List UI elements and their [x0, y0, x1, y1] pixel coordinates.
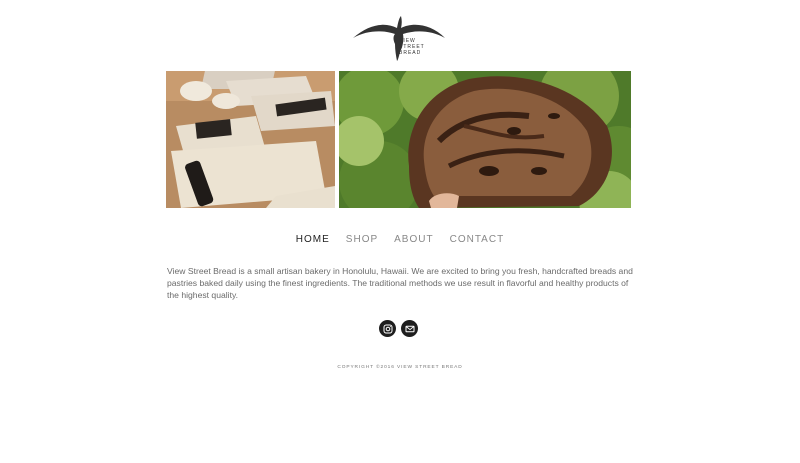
hero-banner — [166, 71, 631, 208]
copyright-text: COPYRIGHT ©2016 VIEW STREET BREAD — [337, 365, 463, 370]
email-link[interactable] — [401, 320, 418, 337]
nav-contact[interactable]: CONTACT — [450, 234, 505, 245]
nav-about[interactable]: ABOUT — [394, 234, 433, 245]
logo-wordmark: VIEW STREET BREAD — [399, 38, 425, 56]
bread-loaf-photo — [339, 71, 631, 208]
pastry-dough-photo — [166, 71, 335, 208]
instagram-icon — [383, 324, 392, 333]
nav-shop[interactable]: SHOP — [346, 234, 378, 245]
instagram-link[interactable] — [379, 320, 396, 337]
email-icon — [405, 325, 414, 332]
nav-home[interactable]: HOME — [296, 234, 330, 245]
main-nav: HOME SHOP ABOUT CONTACT — [0, 234, 800, 245]
intro-text: View Street Bread is a small artisan bak… — [167, 265, 633, 301]
social-links — [379, 320, 418, 337]
